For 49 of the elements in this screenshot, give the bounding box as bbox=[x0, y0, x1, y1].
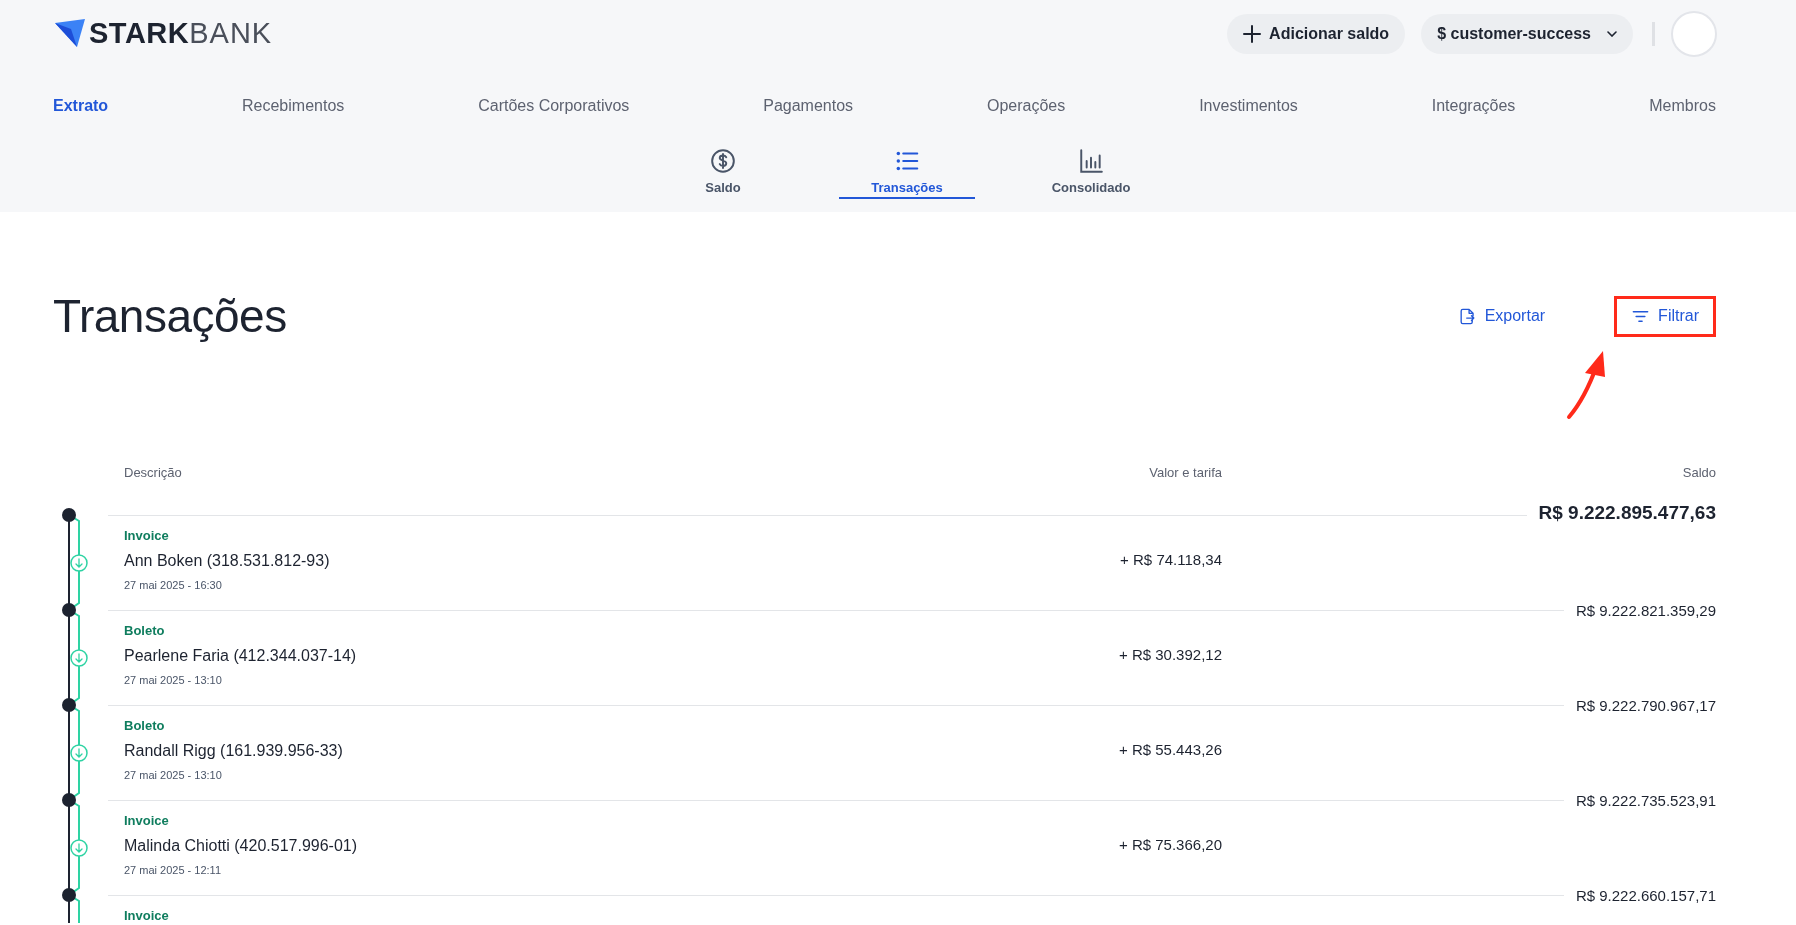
transaction-name: Malinda Chiotti (420.517.996-01) bbox=[124, 837, 359, 855]
transaction-amount: + R$ 30.392,12 bbox=[1118, 646, 1222, 663]
transaction-date: 27 mai 2025 - 12:11 bbox=[124, 864, 223, 876]
nav-tab[interactable]: Operações bbox=[987, 93, 1066, 119]
nav-tab[interactable]: Cartões Corporativos bbox=[478, 93, 630, 119]
column-header: Saldo bbox=[1681, 465, 1716, 480]
bar-chart-icon bbox=[1078, 148, 1104, 174]
transaction-name: Ann Boken (318.531.812-93) bbox=[124, 552, 331, 570]
chevron-down-icon bbox=[1607, 30, 1617, 37]
transaction-amount: + R$ 75.366,20 bbox=[1118, 836, 1222, 853]
balance-value: R$ 9.222.895.477,63 bbox=[1538, 502, 1716, 524]
column-header: Descrição bbox=[124, 465, 183, 480]
transaction-type: Invoice bbox=[124, 528, 170, 543]
transaction-type: Boleto bbox=[124, 718, 166, 733]
nav-tab[interactable]: Pagamentos bbox=[763, 93, 854, 119]
balance-value: R$ 9.222.821.359,29 bbox=[1575, 601, 1716, 619]
add-balance-button[interactable]: Adicionar saldo bbox=[1227, 13, 1406, 54]
nav-tab[interactable]: Integrações bbox=[1431, 93, 1516, 119]
logo-icon bbox=[55, 19, 85, 47]
nav-tab[interactable]: Extrato bbox=[53, 93, 109, 119]
nav-tab[interactable]: Membros bbox=[1649, 93, 1716, 119]
transaction-type: Boleto bbox=[124, 623, 166, 638]
sub-tab[interactable]: Consolidado bbox=[1023, 146, 1159, 199]
transaction-amount: + R$ 55.443,26 bbox=[1118, 741, 1222, 758]
column-header: Valor e tarifa bbox=[1148, 465, 1222, 480]
transaction-amount: + R$ 74.118,34 bbox=[1119, 551, 1222, 568]
balance-value: R$ 9.222.660.157,71 bbox=[1575, 886, 1716, 904]
toolbar-button[interactable]: Exportar bbox=[1440, 295, 1563, 337]
transaction-date: 27 mai 2025 - 13:10 bbox=[124, 674, 223, 686]
transaction-date: 27 mai 2025 - 13:10 bbox=[124, 769, 223, 781]
sub-tab[interactable]: Saldo bbox=[655, 146, 791, 199]
document-export-icon bbox=[1457, 306, 1477, 326]
transaction-type: Invoice bbox=[124, 908, 170, 923]
transaction-name: Randall Rigg (161.939.956-33) bbox=[124, 742, 344, 760]
nav-tab[interactable]: Recebimentos bbox=[242, 93, 345, 119]
workspace-dropdown[interactable]: $ customer-success bbox=[1421, 13, 1633, 54]
toolbar-button[interactable]: Filtrar bbox=[1614, 295, 1716, 337]
transaction-type: Invoice bbox=[124, 813, 170, 828]
balance-value: R$ 9.222.735.523,91 bbox=[1575, 791, 1716, 809]
transaction-date: 27 mai 2025 - 16:30 bbox=[124, 579, 223, 591]
avatar[interactable] bbox=[1671, 10, 1717, 57]
transaction-name: Pearlene Faria (412.344.037-14) bbox=[124, 647, 358, 665]
sub-tab[interactable]: Transações bbox=[839, 146, 975, 199]
logo-wordmark: STARKBANK bbox=[89, 18, 273, 48]
nav-tab[interactable]: Investimentos bbox=[1199, 93, 1298, 119]
page-title: Transações bbox=[53, 289, 288, 343]
dollar-icon bbox=[710, 148, 736, 174]
balance-value: R$ 9.222.790.967,17 bbox=[1575, 696, 1716, 714]
plus-icon bbox=[1243, 24, 1262, 43]
